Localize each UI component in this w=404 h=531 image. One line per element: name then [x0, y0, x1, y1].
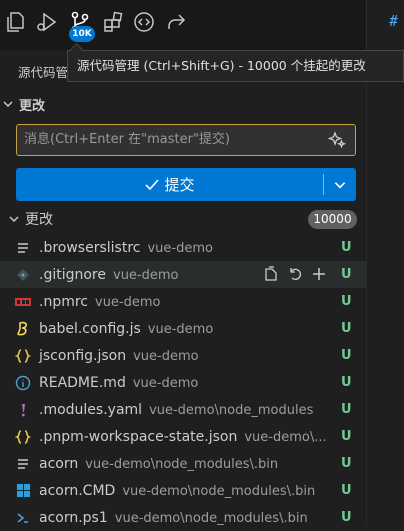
- changes-count-badge: 10000: [308, 209, 357, 229]
- commit-button-label: 提交: [164, 176, 195, 194]
- chevron-down-icon: [0, 96, 16, 112]
- commit-dropdown-button[interactable]: [324, 168, 356, 201]
- explorer-icon[interactable]: [3, 10, 27, 34]
- chevron-down-icon: [334, 181, 346, 188]
- file-row[interactable]: .modules.yaml vue-demo\node_modules U: [0, 396, 366, 423]
- json-icon: [14, 428, 32, 446]
- npm-icon: [14, 293, 32, 311]
- file-name: .modules.yaml: [39, 401, 143, 418]
- file-row[interactable]: jsconfig.json vue-demo U: [0, 342, 366, 369]
- file-name: acorn: [39, 455, 79, 472]
- file-row[interactable]: acorn.CMD vue-demo\node_modules\.bin U: [0, 477, 366, 504]
- row-actions: [262, 265, 328, 283]
- commit-message-input[interactable]: 消息(Ctrl+Enter 在"master"提交): [16, 124, 356, 156]
- view-title: 源代码管: [18, 65, 69, 80]
- file-name: .npmrc: [39, 293, 88, 310]
- file-name: .pnpm-workspace-state.json: [39, 428, 238, 445]
- check-icon: [145, 178, 160, 190]
- stage-changes-icon[interactable]: [310, 265, 328, 283]
- editor-tab-fragment: #: [389, 12, 399, 30]
- file-directory: vue-demo\node_modules\.bin: [114, 510, 308, 526]
- untracked-status: U: [341, 456, 352, 471]
- info-icon: [14, 374, 32, 392]
- file-directory: vue-demo: [132, 375, 199, 391]
- changes-section-header[interactable]: 更改: [0, 93, 366, 115]
- file-row[interactable]: README.md vue-demo U: [0, 369, 366, 396]
- untracked-status: U: [341, 294, 352, 309]
- untracked-status: U: [341, 429, 352, 444]
- extensions-icon[interactable]: [101, 10, 125, 34]
- open-file-icon[interactable]: [262, 265, 280, 283]
- file-name: acorn.CMD: [39, 482, 116, 499]
- babel-icon: [14, 320, 32, 338]
- file-row[interactable]: .pnpm-workspace-state.json vue-demo\... U: [0, 423, 366, 450]
- windows-icon: [14, 482, 32, 500]
- file-directory: vue-demo: [95, 294, 161, 310]
- untracked-status: U: [341, 510, 352, 525]
- sparkle-icon[interactable]: [327, 131, 347, 149]
- file-row[interactable]: .npmrc vue-demo U: [0, 288, 366, 315]
- changes-group-header[interactable]: 更改 10000: [0, 208, 366, 230]
- powershell-icon: [14, 509, 32, 527]
- lines-icon: [14, 455, 32, 473]
- untracked-status: U: [341, 321, 352, 336]
- untracked-status: U: [341, 483, 352, 498]
- remote-icon[interactable]: [132, 10, 156, 34]
- file-directory: vue-demo\node_modules\.bin: [85, 456, 279, 472]
- file-name: jsconfig.json: [39, 347, 127, 364]
- file-directory: vue-demo\node_modules\.bin: [122, 483, 316, 499]
- commit-button-group: 提交: [16, 168, 356, 201]
- git-icon: [14, 266, 32, 284]
- file-name: babel.config.js: [39, 320, 141, 337]
- file-row[interactable]: babel.config.js vue-demo U: [0, 315, 366, 342]
- run-debug-icon[interactable]: [35, 10, 59, 34]
- file-directory: vue-demo: [147, 240, 213, 256]
- file-name: .gitignore: [39, 266, 106, 283]
- untracked-status: U: [341, 402, 352, 417]
- untracked-status: U: [341, 348, 352, 363]
- commit-message-placeholder: 消息(Ctrl+Enter 在"master"提交): [24, 132, 230, 147]
- file-name: README.md: [39, 374, 126, 391]
- file-row[interactable]: acorn.ps1 vue-demo\node_modules\.bin U: [0, 504, 366, 531]
- untracked-status: U: [341, 375, 352, 390]
- changes-group-label: 更改: [25, 212, 53, 228]
- untracked-status: U: [341, 267, 352, 282]
- activity-bar: 10K: [0, 0, 404, 50]
- file-row[interactable]: .browserslistrc vue-demo U: [0, 234, 366, 261]
- changes-section-label: 更改: [19, 98, 46, 114]
- pending-changes-badge: 10K: [69, 26, 95, 42]
- file-row[interactable]: .gitignore vue-demo U: [0, 261, 366, 288]
- file-directory: vue-demo: [147, 321, 214, 337]
- file-directory: vue-demo\...: [244, 429, 327, 445]
- commit-button[interactable]: 提交: [16, 168, 323, 201]
- discard-changes-icon[interactable]: [286, 265, 304, 283]
- chevron-down-icon: [6, 211, 22, 227]
- yaml-icon: [14, 401, 32, 419]
- file-directory: vue-demo\node_modules: [149, 402, 314, 418]
- json-icon: [14, 347, 32, 365]
- file-name: .browserslistrc: [39, 239, 141, 256]
- share-icon[interactable]: [164, 10, 188, 34]
- file-directory: vue-demo: [113, 267, 179, 283]
- untracked-status: U: [341, 240, 352, 255]
- lines-icon: [14, 239, 32, 257]
- file-directory: vue-demo: [133, 348, 199, 364]
- source-control-tooltip: 源代码管理 (Ctrl+Shift+G) - 10000 个挂起的更改: [67, 50, 404, 82]
- file-row[interactable]: acorn vue-demo\node_modules\.bin U: [0, 450, 366, 477]
- file-name: acorn.ps1: [39, 509, 108, 526]
